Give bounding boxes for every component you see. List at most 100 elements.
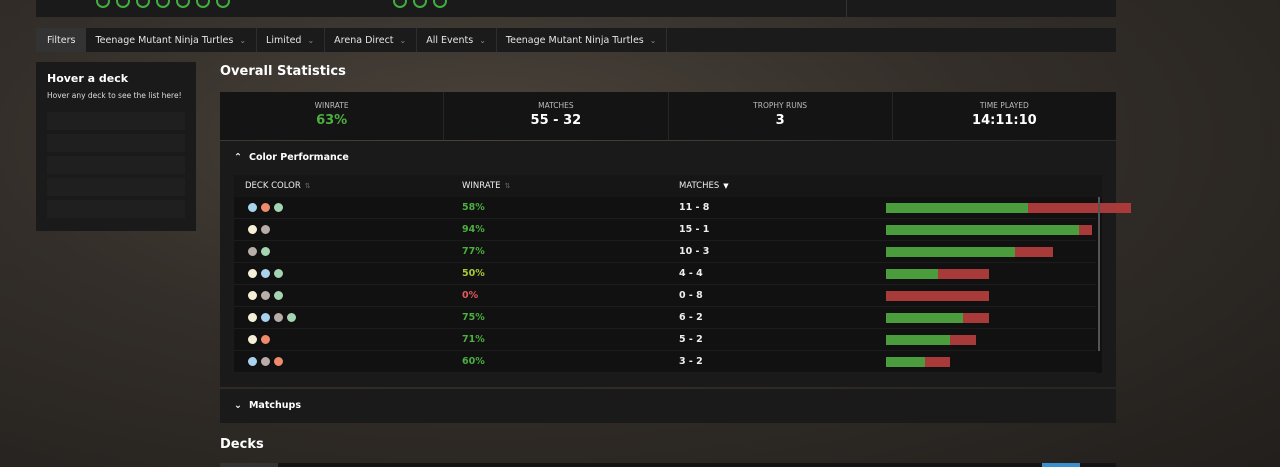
chevron-down-icon: ⌄ (399, 35, 407, 45)
filter-set[interactable]: Teenage Mutant Ninja Turtles ⌄ (86, 28, 258, 52)
win-dot (136, 0, 150, 8)
stat-winrate: WINRATE 63% (220, 92, 445, 140)
table-header: DECK COLOR ⇅ WINRATE ⇅ MATCHES ▼ (234, 175, 1102, 197)
wins-segment (886, 247, 1015, 257)
mana-black-icon (260, 224, 271, 235)
mana-red-icon (273, 356, 284, 367)
win-dot (413, 0, 427, 8)
row-winrate: 50% (462, 268, 485, 279)
losses-segment (886, 291, 989, 301)
table-row[interactable]: 94% 15 - 1 (234, 219, 1096, 241)
wins-segment (886, 269, 938, 279)
row-matches: 3 - 2 (679, 356, 703, 367)
header-deck-color-label: DECK COLOR (245, 181, 301, 191)
hover-deck-panel: Hover a deck Hover any deck to see the l… (36, 62, 196, 231)
table-row[interactable]: 77% 10 - 3 (234, 241, 1096, 263)
row-matches: 4 - 4 (679, 268, 703, 279)
table-row[interactable]: 50% 4 - 4 (234, 263, 1096, 285)
win-dot (393, 0, 407, 8)
mana-white-icon (247, 334, 258, 345)
row-matches: 5 - 2 (679, 334, 703, 345)
stat-value: 3 (775, 113, 785, 128)
table-row[interactable]: 75% 6 - 2 (234, 307, 1096, 329)
header-deck-color[interactable]: DECK COLOR ⇅ (245, 181, 311, 191)
losses-segment (1027, 203, 1131, 213)
losses-segment (950, 335, 977, 345)
stat-matches: MATCHES 55 - 32 (444, 92, 669, 140)
color-performance-panel: ⌃ Color Performance DECK COLOR ⇅ WINRATE… (220, 141, 1131, 387)
deck-colors (247, 334, 271, 345)
filter-bar: Filters Teenage Mutant Ninja Turtles ⌄ L… (36, 28, 1116, 52)
winloss-bar (886, 269, 989, 279)
color-performance-toggle[interactable]: ⌃ Color Performance (234, 152, 349, 163)
stat-value: 14:11:10 (972, 113, 1037, 128)
filters-label: Filters (36, 28, 87, 52)
stat-label: TIME PLAYED (979, 101, 1029, 110)
win-dot (176, 0, 190, 8)
table-row[interactable]: 58% 11 - 8 (234, 197, 1131, 219)
table-row[interactable]: 0% 0 - 8 (234, 285, 1096, 307)
placeholder-row (47, 178, 185, 196)
scrollbar[interactable] (1098, 197, 1100, 351)
filter-deck-set[interactable]: Teenage Mutant Ninja Turtles ⌄ (497, 28, 668, 52)
filter-events-label: All Events (426, 34, 474, 46)
decks-tab[interactable] (220, 463, 278, 467)
mana-blue-icon (247, 356, 258, 367)
wins-segment (886, 357, 925, 367)
winloss-bar (886, 225, 1092, 235)
row-winrate: 94% (462, 224, 485, 235)
divider (846, 0, 847, 17)
filter-format[interactable]: Limited ⌄ (257, 28, 326, 52)
row-matches: 15 - 1 (679, 224, 710, 235)
losses-segment (1079, 225, 1092, 235)
chevron-down-icon: ⌄ (307, 35, 315, 45)
win-dot (216, 0, 230, 8)
deck-colors (247, 224, 271, 235)
mana-green-icon (273, 202, 284, 213)
table-row[interactable]: 60% 3 - 2 (234, 351, 1096, 373)
sort-icon: ⇅ (304, 182, 311, 190)
stat-time-played: TIME PLAYED 14:11:10 (893, 92, 1116, 140)
stat-label: WINRATE (314, 101, 349, 110)
mana-green-icon (273, 268, 284, 279)
deck-colors (247, 356, 284, 367)
decks-action-button[interactable] (1042, 463, 1080, 467)
mana-red-icon (260, 334, 271, 345)
chevron-down-icon: ⌄ (649, 35, 657, 45)
mana-blue-icon (247, 202, 258, 213)
win-dot (116, 0, 130, 8)
previous-section-strip (36, 0, 1116, 17)
winloss-bar (886, 247, 1054, 257)
header-winrate[interactable]: WINRATE ⇅ (462, 181, 510, 191)
sort-desc-icon: ▼ (723, 182, 729, 190)
mana-blue-icon (260, 312, 271, 323)
mana-white-icon (247, 268, 258, 279)
filter-event-type[interactable]: Arena Direct ⌄ (325, 28, 418, 52)
mana-blue-icon (260, 268, 271, 279)
win-dot (96, 0, 110, 8)
losses-segment (924, 357, 951, 367)
placeholder-row (47, 200, 185, 218)
mana-red-icon (260, 202, 271, 213)
row-matches: 0 - 8 (679, 290, 703, 301)
header-matches[interactable]: MATCHES ▼ (679, 181, 729, 191)
stat-trophy-runs: TROPHY RUNS 3 (669, 92, 893, 140)
mana-white-icon (247, 312, 258, 323)
wins-segment (886, 313, 964, 323)
decks-toolbar (220, 463, 1116, 467)
mana-black-icon (273, 312, 284, 323)
stats-summary: WINRATE 63% MATCHES 55 - 32 TROPHY RUNS … (220, 92, 1116, 140)
matchups-panel: ⌄ Matchups (220, 389, 1116, 423)
table-row[interactable]: 71% 5 - 2 (234, 329, 1096, 351)
row-winrate: 58% (462, 202, 485, 213)
win-dot (433, 0, 447, 8)
matchups-toggle[interactable]: ⌄ Matchups (234, 400, 301, 411)
overall-statistics-title: Overall Statistics (220, 64, 346, 79)
chevron-down-icon: ⌄ (479, 35, 486, 45)
filter-events[interactable]: All Events ⌄ (417, 28, 497, 52)
row-matches: 10 - 3 (679, 246, 710, 257)
placeholder-row (47, 112, 185, 130)
color-performance-table: DECK COLOR ⇅ WINRATE ⇅ MATCHES ▼ 58% 11 -… (234, 175, 1131, 373)
hover-panel-title: Hover a deck (47, 72, 129, 85)
losses-segment (963, 313, 989, 323)
